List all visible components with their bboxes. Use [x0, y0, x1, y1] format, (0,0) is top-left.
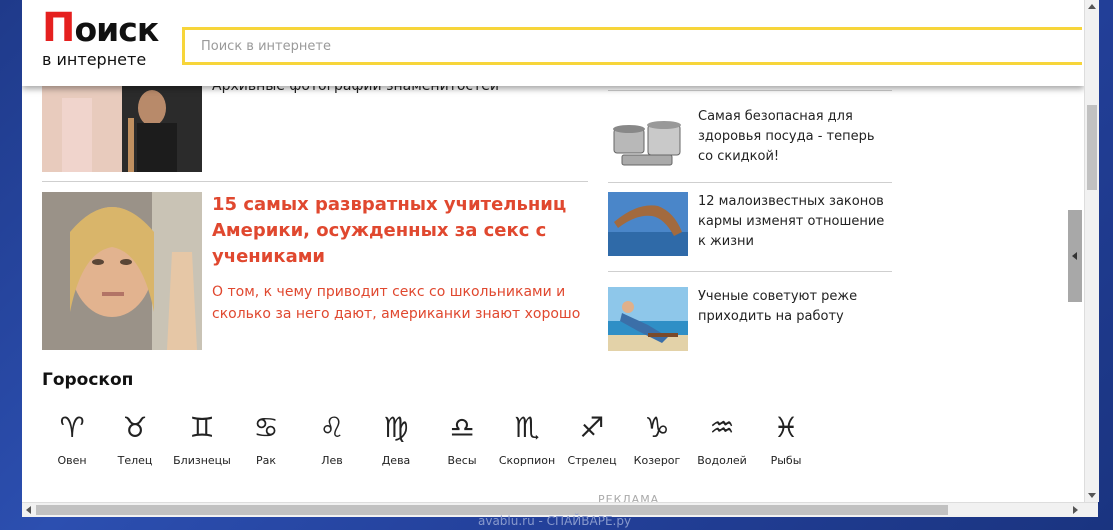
sidebar-item-work[interactable]: Ученые советуют реже приходить на работу	[698, 287, 888, 327]
cookware-thumbnail[interactable]	[608, 107, 688, 171]
zodiac-label: Скорпион	[498, 454, 556, 467]
zodiac-leo[interactable]: ♌ Лев	[301, 408, 363, 468]
capricorn-icon: ♑	[644, 411, 670, 444]
virgo-icon: ♍	[383, 411, 409, 444]
cancer-icon: ♋	[253, 411, 279, 444]
zodiac-cancer[interactable]: ♋ Рак	[235, 408, 297, 468]
search-input[interactable]	[185, 30, 1082, 62]
aries-icon: ♈	[59, 411, 85, 444]
zodiac-label: Дева	[381, 454, 411, 467]
zodiac-pisces[interactable]: ♓ Рыбы	[755, 408, 817, 468]
chevron-left-icon	[1072, 252, 1077, 260]
zodiac-label: Водолей	[697, 454, 747, 467]
divider	[608, 182, 892, 183]
divider	[608, 90, 892, 91]
zodiac-label: Стрелец	[567, 454, 617, 467]
scroll-left-icon[interactable]	[26, 506, 31, 514]
zodiac-aquarius[interactable]: ♒ Водолей	[691, 408, 753, 468]
divider	[608, 271, 892, 272]
logo-rest: оиск	[74, 10, 159, 49]
divider	[42, 181, 588, 182]
zodiac-taurus[interactable]: ♉ Телец	[104, 408, 166, 468]
zodiac-label: Рыбы	[770, 454, 802, 467]
zodiac-label: Весы	[447, 454, 477, 467]
zodiac-label: Рак	[255, 454, 277, 467]
site-header: Поиск в интернете	[22, 0, 1084, 86]
zodiac-capricorn[interactable]: ♑ Козерог	[626, 408, 688, 468]
gemini-icon: ♊	[189, 411, 215, 444]
taurus-icon: ♉	[122, 411, 148, 444]
zodiac-libra[interactable]: ♎ Весы	[431, 408, 493, 468]
sidebar-item-cookware[interactable]: Самая безопасная для здоровья посуда - т…	[698, 107, 888, 167]
scroll-down-icon[interactable]	[1088, 493, 1096, 498]
celebrity-archive-thumbnail[interactable]	[42, 78, 202, 172]
watermark: avablu.ru - СПАЙВАРЕ.ру	[478, 514, 632, 528]
aquarius-icon: ♒	[709, 411, 735, 444]
scroll-up-icon[interactable]	[1088, 4, 1096, 9]
main-article-description[interactable]: О том, к чему приводит секс со школьника…	[212, 281, 587, 325]
zodiac-label: Лев	[321, 454, 343, 467]
scroll-right-icon[interactable]	[1073, 506, 1078, 514]
sidebar-item-karma[interactable]: 12 малоизвестных законов кармы изменят о…	[698, 192, 894, 252]
page-content: Архивные фотографии знаменитостей 15 сам…	[22, 0, 1084, 502]
vertical-scroll-thumb[interactable]	[1087, 105, 1097, 190]
zodiac-sagittarius[interactable]: ♐ Стрелец	[561, 408, 623, 468]
zodiac-virgo[interactable]: ♍ Дева	[365, 408, 427, 468]
ad-label: РЕКЛАМА	[598, 493, 660, 502]
teacher-article-thumbnail[interactable]	[42, 192, 202, 350]
zodiac-label: Близнецы	[173, 454, 231, 467]
zodiac-scorpio[interactable]: ♏ Скорпион	[496, 408, 558, 468]
zodiac-gemini[interactable]: ♊ Близнецы	[171, 408, 233, 468]
site-logo[interactable]: Поиск	[42, 8, 159, 49]
pisces-icon: ♓	[773, 411, 799, 444]
zodiac-label: Овен	[57, 454, 87, 467]
zodiac-aries[interactable]: ♈ Овен	[41, 408, 103, 468]
beach-thumbnail[interactable]	[608, 287, 688, 351]
leo-icon: ♌	[319, 411, 345, 444]
logo-subtitle: в интернете	[42, 50, 147, 69]
horoscope-title: Гороскоп	[42, 370, 134, 390]
logo-first-letter: П	[42, 5, 75, 51]
side-panel-toggle[interactable]	[1068, 210, 1082, 302]
libra-icon: ♎	[449, 411, 475, 444]
search-box	[182, 27, 1082, 65]
scorpio-icon: ♏	[514, 411, 540, 444]
main-article-title[interactable]: 15 самых развратных учительниц Америки, …	[212, 192, 582, 270]
zodiac-label: Козерог	[633, 454, 681, 467]
vertical-scrollbar[interactable]	[1084, 0, 1099, 502]
karma-thumbnail[interactable]	[608, 192, 688, 256]
sagittarius-icon: ♐	[579, 411, 605, 444]
zodiac-label: Телец	[117, 454, 153, 467]
